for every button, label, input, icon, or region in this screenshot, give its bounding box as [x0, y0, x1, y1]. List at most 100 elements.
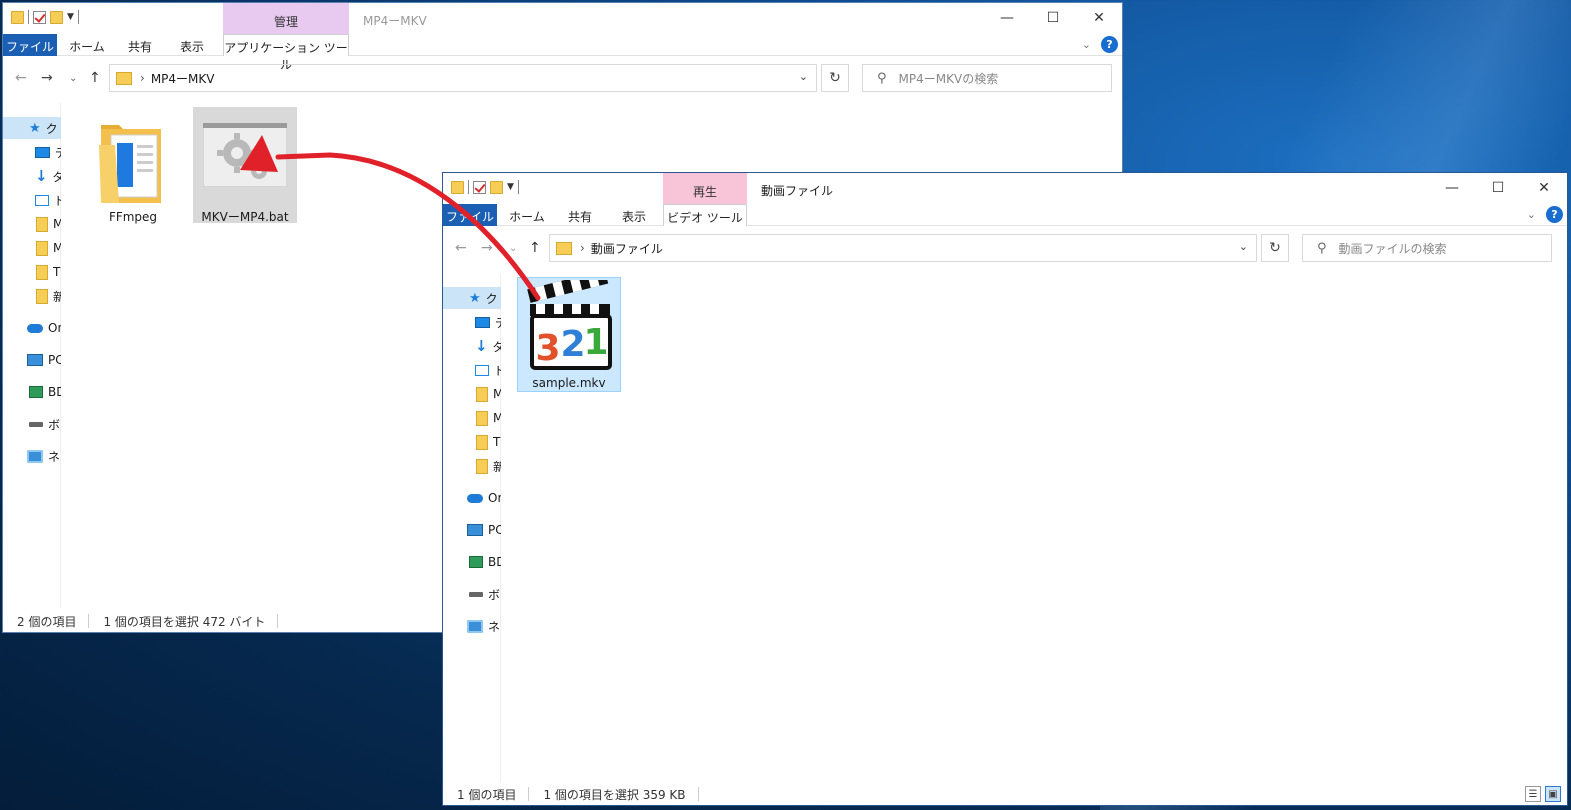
address-field[interactable]: › 動画ファイル ⌄	[549, 234, 1257, 262]
nav-item-quick-access[interactable]: ★ ク	[3, 117, 61, 139]
file-item-ffmpeg[interactable]: FFmpeg	[81, 109, 185, 224]
digit-three: 3	[535, 328, 560, 369]
title-bar[interactable]: ▼ 管理 MP4ーMKV — ☐ ✕	[3, 3, 1122, 34]
network-icon	[467, 619, 483, 633]
title-bar[interactable]: ▼ 再生 動画ファイル — ☐ ✕	[443, 173, 1567, 204]
tab-view[interactable]: 表示	[615, 204, 653, 226]
breadcrumb-chevron-icon[interactable]: ›	[140, 71, 145, 85]
help-icon[interactable]: ?	[1101, 36, 1118, 53]
minimize-icon[interactable]: —	[984, 3, 1030, 33]
drive-icon	[29, 421, 43, 427]
new-folder-icon[interactable]	[490, 180, 503, 194]
nav-item-network[interactable]: ネ	[443, 615, 501, 637]
folder-icon	[36, 288, 48, 304]
forward-arrow-icon[interactable]: →	[41, 70, 53, 86]
new-folder-icon[interactable]	[50, 10, 63, 24]
back-arrow-icon[interactable]: ←	[455, 240, 467, 256]
file-name: MKVーMP4.bat	[201, 210, 289, 224]
tab-application-tools[interactable]: アプリケーション ツール	[223, 34, 349, 72]
nav-item-folder-3[interactable]: T	[443, 431, 501, 453]
navigation-pane: ★ク デ ↓ダ ド M M T 新 On PC BD ボ ネ	[3, 103, 61, 608]
help-icon[interactable]: ?	[1546, 206, 1563, 223]
documents-icon	[475, 364, 489, 376]
nav-item-documents[interactable]: ド	[3, 189, 61, 211]
breadcrumb-path[interactable]: 動画ファイル	[591, 240, 663, 257]
folder-icon	[451, 180, 464, 194]
breadcrumb-chevron-icon[interactable]: ›	[580, 241, 585, 255]
nav-item-downloads[interactable]: ↓ダ	[443, 335, 501, 357]
nav-item-volume[interactable]: ボ	[3, 413, 61, 435]
nav-item-folder-2[interactable]: M	[3, 237, 61, 259]
computer-icon	[467, 524, 483, 536]
download-icon: ↓	[35, 167, 48, 185]
nav-item-documents[interactable]: ド	[443, 359, 501, 381]
window-controls: — ☐ ✕	[1429, 173, 1567, 203]
nav-item-folder-2[interactable]: M	[443, 407, 501, 429]
context-tab-play[interactable]: 再生	[663, 173, 747, 204]
up-arrow-icon[interactable]: ↑	[529, 240, 541, 256]
recent-locations-icon[interactable]: ⌄	[69, 73, 77, 84]
back-arrow-icon[interactable]: ←	[15, 70, 27, 86]
tab-file[interactable]: ファイル	[443, 204, 497, 226]
tab-video-tools[interactable]: ビデオ ツール	[663, 204, 747, 226]
tab-view[interactable]: 表示	[173, 34, 211, 56]
explorer-window-video-files[interactable]: ▼ 再生 動画ファイル — ☐ ✕ ファイル ホーム 共有 表示 ビデオ ツール…	[442, 172, 1568, 806]
refresh-button[interactable]: ↻	[1261, 234, 1289, 262]
expand-ribbon-icon[interactable]: ⌄	[1527, 208, 1536, 221]
properties-icon[interactable]	[473, 180, 486, 194]
nav-item-this-pc[interactable]: PC	[3, 349, 61, 371]
up-arrow-icon[interactable]: ↑	[89, 70, 101, 86]
recent-locations-icon[interactable]: ⌄	[509, 243, 517, 254]
maximize-icon[interactable]: ☐	[1475, 173, 1521, 203]
folder-icon	[556, 241, 572, 255]
nav-item-volume[interactable]: ボ	[443, 583, 501, 605]
close-icon[interactable]: ✕	[1521, 173, 1567, 203]
file-item-mkv-mp4-bat[interactable]: MKVーMP4.bat	[193, 107, 297, 224]
nav-item-folder-3[interactable]: T	[3, 261, 61, 283]
nav-item-network[interactable]: ネ	[3, 445, 61, 467]
star-icon: ★	[29, 120, 41, 136]
nav-item-desktop[interactable]: デ	[3, 141, 61, 163]
file-list-area[interactable]: 3 2 1 sample.mkv	[503, 273, 1565, 783]
details-view-icon[interactable]: ☰	[1525, 786, 1541, 802]
breadcrumb-path[interactable]: MP4ーMKV	[151, 70, 215, 87]
folder-icon	[36, 216, 48, 232]
search-input[interactable]: ⚲ MP4ーMKVの検索	[862, 64, 1112, 92]
nav-item-downloads[interactable]: ↓ダ	[3, 165, 61, 187]
close-icon[interactable]: ✕	[1076, 3, 1122, 33]
refresh-button[interactable]: ↻	[821, 64, 849, 92]
tab-home[interactable]: ホーム	[65, 34, 109, 56]
address-field[interactable]: › MP4ーMKV ⌄	[109, 64, 817, 92]
properties-icon[interactable]	[33, 10, 46, 24]
nav-item-folder-4[interactable]: 新	[3, 285, 61, 307]
forward-arrow-icon[interactable]: →	[481, 240, 493, 256]
folder-icon	[36, 264, 48, 280]
nav-item-folder-1[interactable]: M	[3, 213, 61, 235]
address-dropdown-icon[interactable]: ⌄	[1239, 240, 1248, 253]
nav-item-quick-access[interactable]: ★ ク	[443, 287, 501, 309]
expand-ribbon-icon[interactable]: ⌄	[1082, 38, 1091, 51]
minimize-icon[interactable]: —	[1429, 173, 1475, 203]
customize-toolbar-icon[interactable]: ▼	[67, 12, 74, 22]
nav-item-bd-drive[interactable]: BD	[3, 381, 61, 403]
maximize-icon[interactable]: ☐	[1030, 3, 1076, 33]
nav-item-folder-1[interactable]: M	[443, 383, 501, 405]
context-tab-manage[interactable]: 管理	[223, 3, 349, 34]
nav-item-folder-4[interactable]: 新	[443, 455, 501, 477]
nav-item-onedrive[interactable]: On	[443, 487, 501, 509]
tab-file[interactable]: ファイル	[3, 34, 57, 56]
search-input[interactable]: ⚲ 動画ファイルの検索	[1302, 234, 1552, 262]
nav-item-bd-drive[interactable]: BD	[443, 551, 501, 573]
nav-item-this-pc[interactable]: PC	[443, 519, 501, 541]
address-dropdown-icon[interactable]: ⌄	[799, 70, 808, 83]
large-icons-view-icon[interactable]: ▣	[1545, 786, 1561, 802]
tab-share[interactable]: 共有	[121, 34, 159, 56]
address-bar-row: ← → ⌄ ↑ › 動画ファイル ⌄ ↻ ⚲ 動画ファイルの検索	[443, 230, 1567, 268]
nav-item-onedrive[interactable]: On	[3, 317, 61, 339]
digit-two: 2	[560, 324, 585, 365]
file-item-sample-mkv[interactable]: 3 2 1 sample.mkv	[517, 277, 621, 392]
nav-item-desktop[interactable]: デ	[443, 311, 501, 333]
tab-home[interactable]: ホーム	[505, 204, 549, 226]
tab-share[interactable]: 共有	[561, 204, 599, 226]
customize-toolbar-icon[interactable]: ▼	[507, 182, 514, 192]
